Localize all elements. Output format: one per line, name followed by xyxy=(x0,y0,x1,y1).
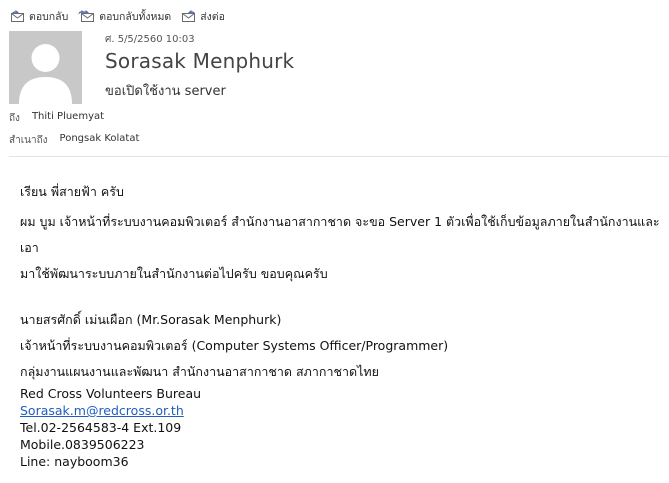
reply-all-button[interactable]: ตอบกลับทั้งหมด xyxy=(78,8,171,25)
reply-label: ตอบกลับ xyxy=(29,10,69,23)
signature-line-id: Line: nayboom36 xyxy=(20,454,129,469)
forward-button[interactable]: ส่งต่อ xyxy=(181,8,225,25)
reply-all-icon xyxy=(78,9,96,23)
forward-label: ส่งต่อ xyxy=(200,10,225,23)
reply-all-label: ตอบกลับทั้งหมด xyxy=(99,10,172,23)
cc-row: สำเนาถึง Pongsak Kolatat xyxy=(9,133,139,148)
sender-name[interactable]: Sorasak Menphurk xyxy=(105,49,294,73)
cc-recipient[interactable]: Pongsak Kolatat xyxy=(60,133,140,148)
message-subject: ขอเปิดใช้งาน server xyxy=(105,84,226,99)
person-silhouette-icon xyxy=(19,44,72,104)
sender-avatar xyxy=(9,31,82,104)
cc-label: สำเนาถึง xyxy=(9,135,48,146)
signature-tel: Tel.02-2564583-4 Ext.109 xyxy=(20,420,182,435)
forward-icon xyxy=(181,9,197,23)
email-reading-pane: ตอบกลับ ตอบกลับทั้งหมด ส่งต่อ ศ. 5/5/256… xyxy=(0,0,669,483)
signature-mobile: Mobile.0839506223 xyxy=(20,437,145,452)
to-recipient[interactable]: Thiti Pluemyat xyxy=(32,111,104,126)
signature-email-link[interactable]: Sorasak.m@redcross.or.th xyxy=(20,403,184,418)
sent-date: ศ. 5/5/2560 10:03 xyxy=(105,34,195,45)
to-row: ถึง Thiti Pluemyat xyxy=(9,111,104,126)
signature-department: กลุ่มงานแผนงานและพัฒนา สำนักงานอาสากาชาด… xyxy=(20,364,379,379)
reply-button[interactable]: ตอบกลับ xyxy=(10,8,68,25)
reply-icon xyxy=(10,9,26,23)
signature-position: เจ้าหน้าที่ระบบงานคอมพิวเตอร์ (Computer … xyxy=(20,338,449,353)
to-label: ถึง xyxy=(9,113,20,124)
signature-block: นายสรศักดิ์ เม่นเผือก (Mr.Sorasak Menphu… xyxy=(20,307,660,470)
signature-name: นายสรศักดิ์ เม่นเผือก (Mr.Sorasak Menphu… xyxy=(20,312,282,327)
signature-org: Red Cross Volunteers Bureau xyxy=(20,386,202,401)
greeting-text: เรียน พี่สายฟ้า ครับ xyxy=(20,184,124,199)
body-line-2: มาใช้พัฒนาระบบภายในสำนักงานต่อไปครับ ขอบ… xyxy=(20,266,328,281)
message-body: เรียน พี่สายฟ้า ครับ ผม บูม เจ้าหน้าที่ร… xyxy=(20,183,660,470)
body-line-1: ผม บูม เจ้าหน้าที่ระบบงานคอมพิวเตอร์ สำน… xyxy=(20,214,660,255)
message-toolbar: ตอบกลับ ตอบกลับทั้งหมด ส่งต่อ xyxy=(10,6,225,26)
header-divider xyxy=(9,156,669,157)
